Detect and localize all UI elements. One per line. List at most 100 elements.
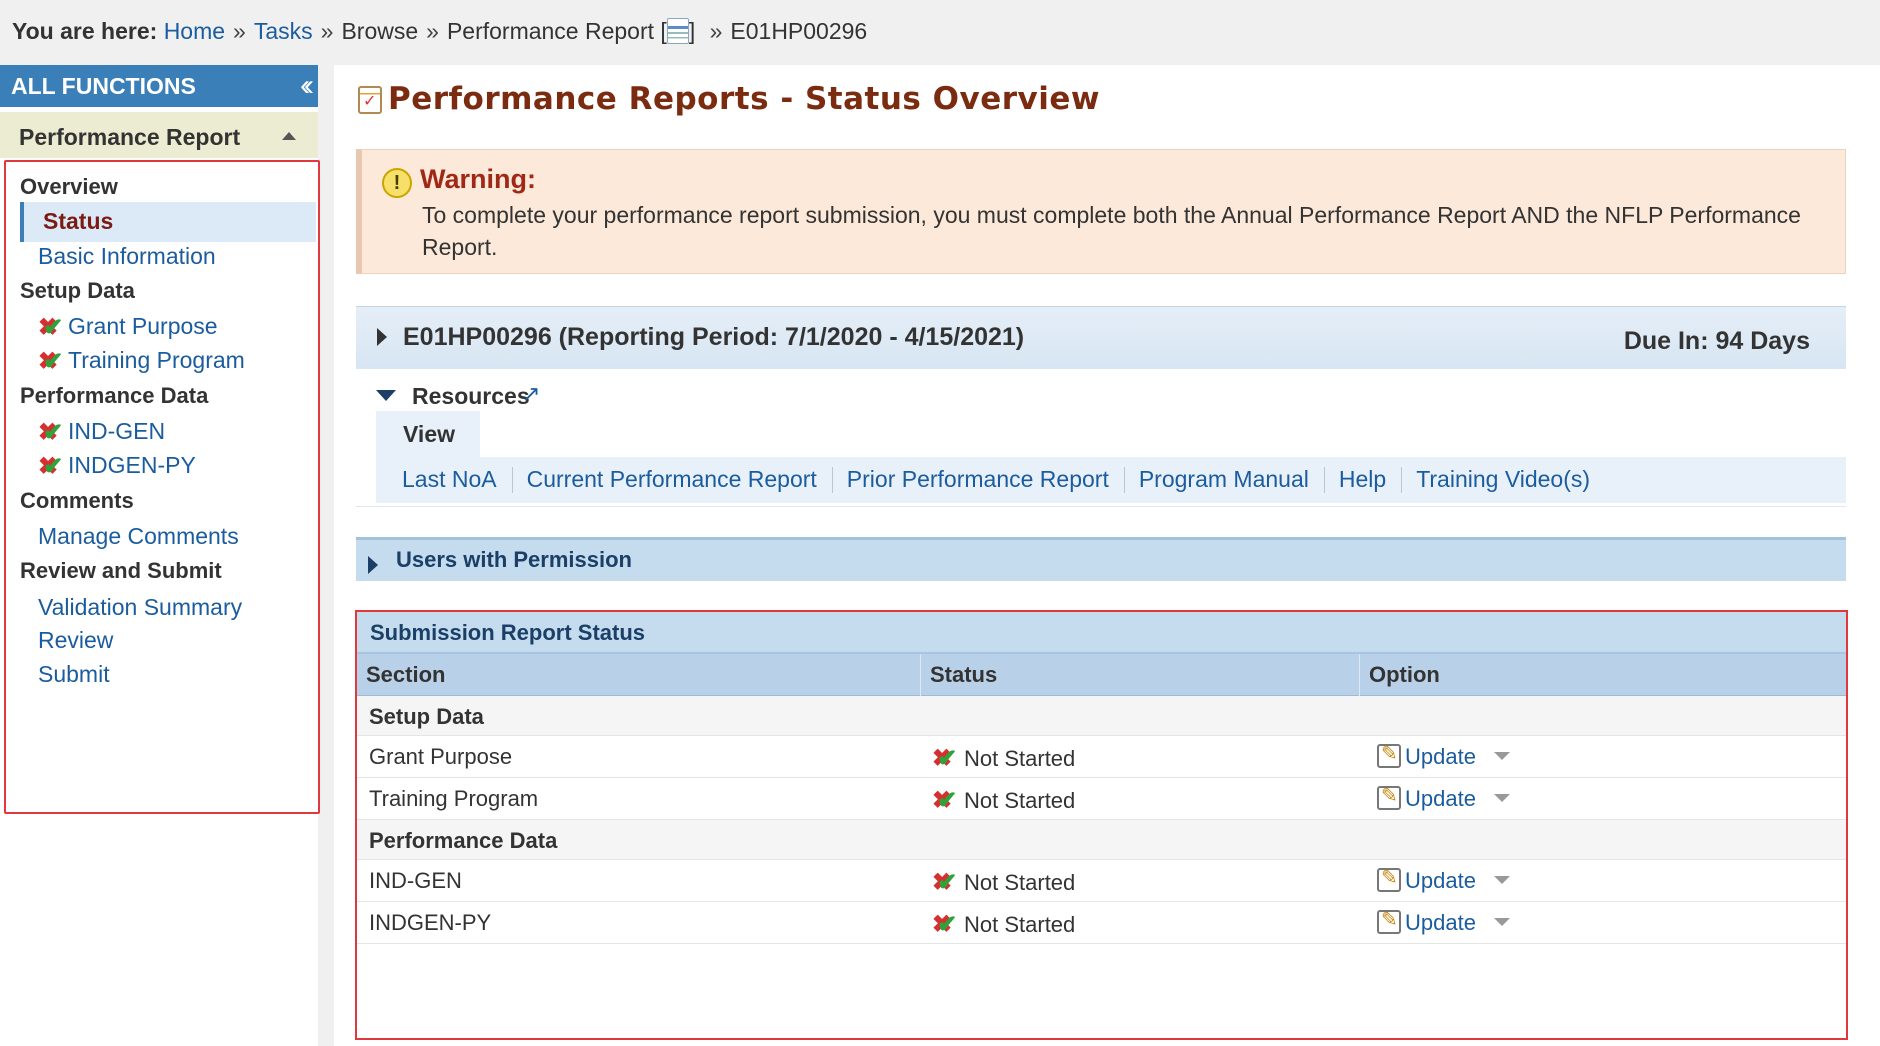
warning-icon: ! — [382, 168, 412, 198]
link-help[interactable]: Help — [1339, 466, 1386, 492]
sidebar-item-ind-gen[interactable]: ✖✔ IND-GEN — [38, 418, 165, 447]
sidebar-item-submit[interactable]: Submit — [38, 661, 110, 688]
table-group-row: Performance Data — [357, 820, 1846, 860]
resources-panel: Resources ↗ View Last NoA Current Perform… — [356, 369, 1846, 507]
report-header[interactable]: E01HP00296 (Reporting Period: 7/1/2020 -… — [356, 306, 1846, 369]
update-link[interactable]: Update — [1405, 744, 1476, 769]
sidebar-section-performance-report[interactable]: Performance Report — [0, 112, 318, 158]
divider — [831, 467, 833, 493]
breadcrumb-bracket-close: ] — [688, 18, 702, 44]
breadcrumb-separator: » — [426, 18, 439, 44]
report-title: E01HP00296 (Reporting Period: 7/1/2020 -… — [403, 323, 1025, 351]
dropdown-caret-icon[interactable] — [1493, 876, 1510, 884]
sidebar-menu: Overview Status Basic Information Setup … — [4, 160, 320, 814]
sidebar-item-label: IND-GEN — [68, 418, 166, 444]
status-table-header: Section Status Option — [357, 654, 1846, 696]
sidebar-group-review-and-submit: Review and Submit — [20, 558, 222, 583]
resources-label[interactable]: Resources — [412, 383, 530, 410]
expand-arrow-icon[interactable] — [377, 328, 387, 346]
table-row: INDGEN-PY ✖✔Not Started Update — [357, 902, 1846, 944]
divider — [511, 467, 513, 493]
breadcrumb-prefix: You are here: — [12, 18, 158, 44]
link-training-videos[interactable]: Training Video(s) — [1416, 466, 1590, 492]
status-text: Not Started — [964, 870, 1076, 895]
sidebar-item-status[interactable]: Status — [20, 202, 316, 242]
sidebar: ALL FUNCTIONS ‹‹ Performance Report Over… — [0, 65, 320, 1046]
dropdown-caret-icon[interactable] — [1493, 918, 1510, 926]
main-content: Performance Reports - Status Overview ! … — [334, 65, 1880, 1046]
edit-icon[interactable] — [1377, 741, 1401, 768]
link-prior-performance-report[interactable]: Prior Performance Report — [847, 466, 1109, 492]
update-link[interactable]: Update — [1405, 868, 1476, 893]
breadcrumb-browse: Browse — [341, 18, 419, 44]
not-started-icon: ✖✔ — [932, 787, 958, 814]
edit-icon[interactable] — [1377, 865, 1401, 892]
edit-icon[interactable] — [1377, 783, 1401, 810]
external-link-icon[interactable]: ↗ — [522, 381, 540, 407]
sidebar-item-basic-information[interactable]: Basic Information — [38, 243, 216, 270]
sidebar-item-indgen-py[interactable]: ✖✔ INDGEN-PY — [38, 452, 196, 481]
not-started-icon: ✖✔ — [38, 419, 64, 446]
breadcrumb: You are here: Home » Tasks » Browse » Performa… — [12, 18, 867, 45]
row-section: IND-GEN — [369, 868, 462, 893]
status-text: Not Started — [964, 912, 1076, 937]
breadcrumb-separator: » — [709, 18, 723, 44]
sidebar-item-grant-purpose[interactable]: ✖✔ Grant Purpose — [38, 313, 218, 342]
expand-arrow-icon[interactable] — [368, 556, 378, 574]
sidebar-group-comments: Comments — [20, 488, 134, 513]
update-link[interactable]: Update — [1405, 910, 1476, 935]
breadcrumb-home[interactable]: Home — [164, 18, 225, 44]
sidebar-item-manage-comments[interactable]: Manage Comments — [38, 523, 239, 550]
resource-links: Last NoA Current Performance Report Prior … — [376, 457, 1846, 503]
row-option: Update — [1377, 907, 1510, 936]
link-program-manual[interactable]: Program Manual — [1139, 466, 1309, 492]
not-started-icon: ✖✔ — [932, 911, 958, 938]
row-status: ✖✔ Not Started — [932, 744, 1075, 773]
status-table-title: Submission Report Status — [357, 612, 1846, 654]
sidebar-group-overview: Overview — [20, 174, 118, 199]
dropdown-caret-icon[interactable] — [1493, 794, 1510, 802]
group-label: Setup Data — [369, 704, 484, 729]
sidebar-item-training-program[interactable]: ✖✔ Training Program — [38, 347, 245, 376]
users-with-permission-bar[interactable]: Users with Permission — [356, 537, 1846, 581]
sidebar-item-label: Training Program — [68, 347, 245, 373]
breadcrumb-tasks[interactable]: Tasks — [254, 18, 313, 44]
group-label: Performance Data — [369, 828, 558, 853]
row-option: Update — [1377, 783, 1510, 812]
sidebar-item-label: Grant Purpose — [68, 313, 218, 339]
caret-up-icon[interactable] — [282, 132, 296, 140]
table-row: Training Program ✖✔Not Started Update — [357, 778, 1846, 820]
sidebar-group-performance-data: Performance Data — [20, 383, 209, 408]
collapse-arrow-icon[interactable] — [376, 390, 396, 401]
sidebar-section-label: Performance Report — [19, 124, 241, 150]
due-in: Due In: 94 Days — [1623, 327, 1810, 355]
sidebar-header-label: ALL FUNCTIONS — [11, 73, 196, 99]
divider — [1401, 467, 1403, 493]
row-section: Grant Purpose — [369, 744, 513, 769]
warning-text: To complete your performance report subm… — [422, 202, 1801, 260]
column-divider — [1359, 654, 1360, 696]
tab-view[interactable]: View — [376, 411, 480, 457]
breadcrumb-separator: » — [320, 18, 334, 44]
row-option: Update — [1377, 741, 1510, 770]
column-section: Section — [366, 662, 446, 687]
warning-title: Warning: — [420, 164, 536, 194]
row-status: ✖✔ Not Started — [932, 910, 1075, 939]
table-row: IND-GEN ✖✔Not Started Update — [357, 860, 1846, 902]
sidebar-item-review[interactable]: Review — [38, 627, 113, 654]
document-icon[interactable] — [666, 18, 689, 44]
warning-box: ! Warning: To complete your performance … — [356, 149, 1846, 274]
update-link[interactable]: Update — [1405, 786, 1476, 811]
link-current-performance-report[interactable]: Current Performance Report — [527, 466, 817, 492]
sidebar-group-setup-data: Setup Data — [20, 278, 135, 303]
breadcrumb-separator: » — [233, 18, 246, 44]
row-status: ✖✔ Not Started — [932, 786, 1075, 815]
link-last-noa[interactable]: Last NoA — [402, 466, 497, 492]
edit-icon[interactable] — [1377, 907, 1401, 934]
row-option: Update — [1377, 865, 1510, 894]
clipboard-icon — [358, 86, 382, 114]
sidebar-item-validation-summary[interactable]: Validation Summary — [38, 594, 242, 621]
status-text: Not Started — [964, 746, 1076, 771]
double-chevron-left-icon[interactable]: ‹‹ — [300, 69, 314, 103]
dropdown-caret-icon[interactable] — [1493, 752, 1510, 760]
